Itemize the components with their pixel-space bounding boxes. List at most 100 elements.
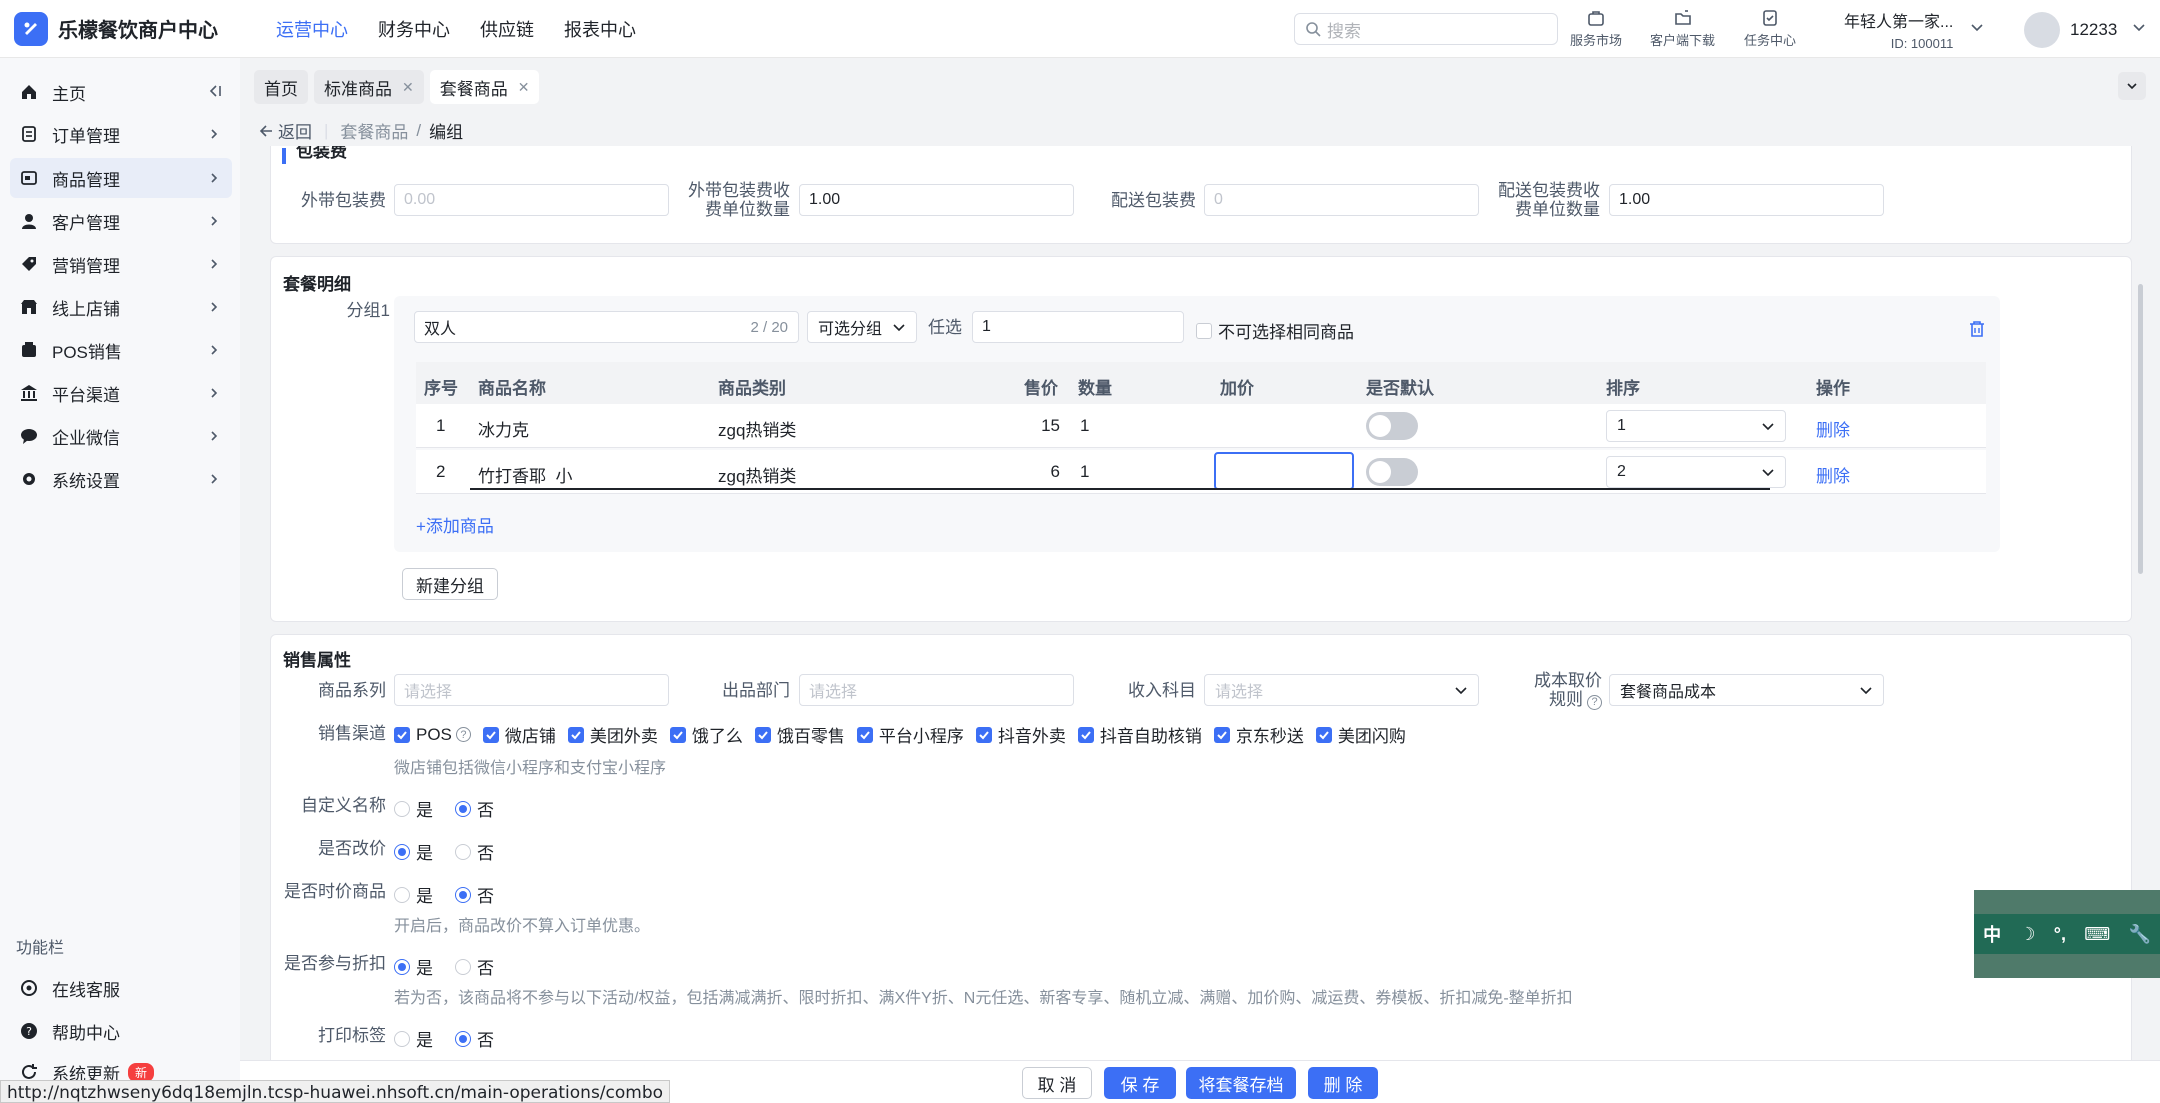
chevron-down-icon[interactable] <box>2132 20 2146 34</box>
breadcrumb-parent[interactable]: 套餐商品 <box>340 118 408 143</box>
channel-checkbox-meituan-flash[interactable]: 美团闪购 <box>1315 722 1406 747</box>
radio-no[interactable]: 否 <box>455 796 494 821</box>
channel-checkbox-douyin[interactable]: 抖音外卖 <box>975 722 1066 747</box>
add-price-input[interactable] <box>1214 452 1354 490</box>
income-select[interactable]: 请选择 <box>1204 674 1479 706</box>
radio-yes[interactable]: 是 <box>394 1026 433 1051</box>
takeaway-fee-input[interactable]: 0.00 <box>394 184 669 216</box>
store-switcher[interactable]: 年轻人第一家... ID: 100011 <box>1844 8 1953 51</box>
add-goods-link[interactable]: +添加商品 <box>416 512 494 537</box>
sidebar-item-online-service[interactable]: 在线客服 <box>10 968 232 1008</box>
close-icon[interactable]: ✕ <box>518 79 530 96</box>
sidebar-item-wecom[interactable]: 企业微信 <box>10 416 232 456</box>
marketing-icon <box>22 257 36 271</box>
channel-checkbox-weidianpu[interactable]: 微店铺 <box>482 722 556 747</box>
keyboard-icon[interactable]: ⌨ <box>2084 924 2110 945</box>
trash-icon[interactable] <box>1968 320 1986 338</box>
moon-icon[interactable]: ☽ <box>2019 924 2035 945</box>
tool-service-market[interactable]: 服务市场 <box>1570 8 1622 49</box>
tab-home[interactable]: 首页 <box>254 70 308 104</box>
pick-count-input[interactable]: 1 <box>972 311 1184 343</box>
tool-task-center[interactable]: 任务中心 <box>1744 8 1796 49</box>
takeaway-unit-input[interactable]: 1.00 <box>799 184 1074 216</box>
radio-yes[interactable]: 是 <box>394 954 433 979</box>
delete-row-link[interactable]: 删除 <box>1816 416 1850 441</box>
topnav-operations[interactable]: 运营中心 <box>276 16 348 42</box>
channel-checkbox-douyin-self[interactable]: 抖音自助核销 <box>1077 722 1202 747</box>
channel-checkbox-ebai[interactable]: 饿百零售 <box>754 722 845 747</box>
sort-select[interactable]: 1 <box>1606 410 1786 442</box>
sort-select[interactable]: 2 <box>1606 456 1786 488</box>
save-button[interactable]: 保 存 <box>1104 1067 1176 1099</box>
topnav-finance[interactable]: 财务中心 <box>378 16 450 42</box>
sidebar-item-help-center[interactable]: ? 帮助中心 <box>10 1011 232 1051</box>
default-toggle[interactable] <box>1366 412 1418 440</box>
sidebar-item-marketing[interactable]: 营销管理 <box>10 244 232 284</box>
cost-rule-select[interactable]: 套餐商品成本 <box>1609 674 1884 706</box>
series-input[interactable]: 请选择 <box>394 674 669 706</box>
top-bar: 乐檬餐饮商户中心 运营中心 财务中心 供应链 报表中心 <box>0 0 2160 58</box>
topnav-reports[interactable]: 报表中心 <box>564 16 636 42</box>
chevron-right-icon <box>211 173 218 183</box>
search-input[interactable]: 搜索 <box>1294 13 1558 45</box>
radio-yes[interactable]: 是 <box>394 839 433 864</box>
help-icon[interactable]: ? <box>1587 695 1602 710</box>
tabs-more-button[interactable] <box>2118 72 2146 100</box>
arrow-left-icon[interactable] <box>258 123 274 139</box>
app-logo[interactable]: 乐檬餐饮商户中心 <box>14 11 254 46</box>
channel-checkbox-miniapp[interactable]: 平台小程序 <box>856 722 964 747</box>
search-icon <box>1306 22 1321 37</box>
tool-client-download[interactable]: 客户端下载 <box>1650 8 1715 49</box>
chevron-down-icon[interactable] <box>1970 20 1984 34</box>
print-label: 打印标签 <box>318 1026 386 1045</box>
dept-label: 出品部门 <box>722 681 790 700</box>
delivery-fee-input[interactable]: 0 <box>1204 184 1479 216</box>
delete-row-link[interactable]: 删除 <box>1816 462 1850 487</box>
sidebar-item-online-store[interactable]: 线上店铺 <box>10 287 232 327</box>
radio-no[interactable]: 否 <box>455 954 494 979</box>
wrench-icon[interactable]: 🔧 <box>2128 924 2150 945</box>
check-icon <box>394 726 410 743</box>
topnav-supply[interactable]: 供应链 <box>480 16 534 42</box>
sidebar-item-channels[interactable]: 平台渠道 <box>10 373 232 413</box>
channel-checkbox-meituan[interactable]: 美团外卖 <box>567 722 658 747</box>
ime-toolbar[interactable]: 中 ☽ °, ⌨ 🔧 <box>1974 914 2160 954</box>
user-name[interactable]: 12233 <box>2070 20 2117 40</box>
radio-no[interactable]: 否 <box>455 1026 494 1051</box>
sidebar-item-settings[interactable]: 系统设置 <box>10 459 232 499</box>
radio-yes[interactable]: 是 <box>394 796 433 821</box>
sidebar-item-pos[interactable]: POS销售 <box>10 330 232 370</box>
radio-no[interactable]: 否 <box>455 839 494 864</box>
archive-combo-button[interactable]: 将套餐存档 <box>1186 1067 1296 1099</box>
ime-lang[interactable]: 中 <box>1983 921 2001 947</box>
search-placeholder: 搜索 <box>1327 21 1361 41</box>
radio-no[interactable]: 否 <box>455 882 494 907</box>
dept-input[interactable]: 请选择 <box>799 674 1074 706</box>
content-scrollbar[interactable] <box>2138 284 2143 574</box>
channel-checkbox-pos[interactable]: POS? <box>394 722 471 747</box>
cell-qty: 1 <box>1080 416 1090 435</box>
tab-standard-goods[interactable]: 标准商品 ✕ <box>314 70 424 104</box>
channel-checkbox-jd[interactable]: 京东秒送 <box>1213 722 1304 747</box>
delete-button[interactable]: 删 除 <box>1308 1067 1378 1099</box>
group-type-select[interactable]: 可选分组 <box>807 311 917 343</box>
sidebar-item-goods[interactable]: 商品管理 <box>10 158 232 198</box>
no-same-goods-checkbox[interactable]: 不可选择相同商品 <box>1196 318 1354 343</box>
sidebar-item-customers[interactable]: 客户管理 <box>10 201 232 241</box>
radio-yes[interactable]: 是 <box>394 882 433 907</box>
help-icon[interactable]: ? <box>455 727 471 742</box>
back-link[interactable]: 返回 <box>278 118 312 143</box>
cancel-button[interactable]: 取 消 <box>1022 1067 1092 1099</box>
group-name-input[interactable]: 双人 2 / 20 <box>414 311 799 343</box>
new-group-button[interactable]: 新建分组 <box>402 568 498 600</box>
tab-combo-goods[interactable]: 套餐商品 ✕ <box>429 70 540 104</box>
default-toggle[interactable] <box>1366 458 1418 486</box>
sidebar-item-label: 帮助中心 <box>52 1023 120 1043</box>
channel-checkbox-eleme[interactable]: 饿了么 <box>669 722 743 747</box>
avatar[interactable] <box>2024 12 2060 48</box>
punctuation-icon[interactable]: °, <box>2054 924 2066 945</box>
delivery-unit-input[interactable]: 1.00 <box>1609 184 1884 216</box>
sidebar-item-home[interactable]: 主页 <box>10 72 232 112</box>
close-icon[interactable]: ✕ <box>402 79 414 96</box>
sidebar-item-orders[interactable]: 订单管理 <box>10 114 232 154</box>
